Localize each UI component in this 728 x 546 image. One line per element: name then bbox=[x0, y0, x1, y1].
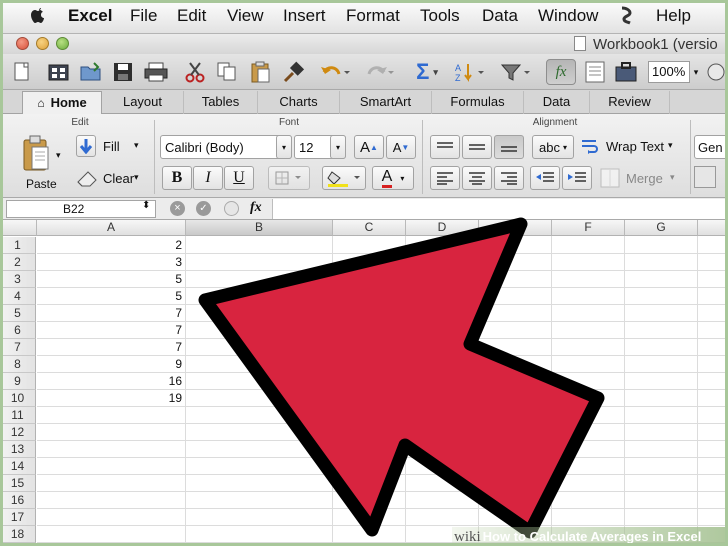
annotation-arrow bbox=[198, 217, 605, 539]
wikihow-watermark: wiki How to Calculate Averages in Excel bbox=[452, 527, 728, 546]
watermark-brand: wiki bbox=[454, 529, 481, 545]
watermark-text: How to Calculate Averages in Excel bbox=[482, 529, 702, 544]
